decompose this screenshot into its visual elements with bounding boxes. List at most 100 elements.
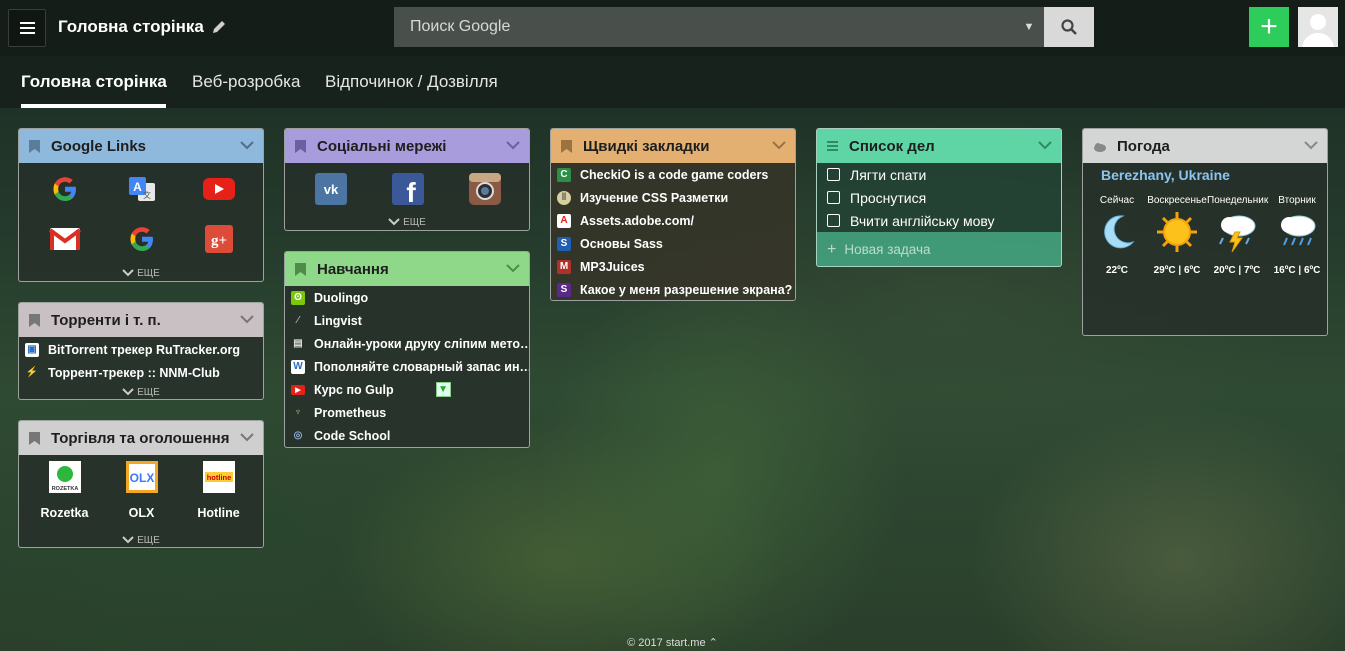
top-bar: Головна сторінка Поиск Google ▼ + — [0, 0, 1345, 56]
link-label: Lingvist — [314, 313, 362, 328]
chevron-down-icon[interactable] — [240, 314, 254, 324]
list-item[interactable]: ʘ Duolingo — [285, 286, 529, 309]
menu-button[interactable] — [8, 9, 46, 47]
copyright-text[interactable]: © 2017 start.me — [627, 637, 705, 649]
facebook-link[interactable]: f — [369, 163, 446, 215]
rozetka-link[interactable]: ROZETKA Rozetka — [26, 461, 103, 520]
pencil-icon[interactable] — [210, 18, 228, 36]
widget-title: Торренти і т. п. — [51, 311, 161, 329]
list-item[interactable]: M MP3Juices — [551, 255, 795, 278]
search-button[interactable] — [1044, 7, 1094, 47]
list-item[interactable]: S Какое у меня разрешение экрана? — [551, 278, 795, 300]
list-item[interactable]: W Пополняйте словарный запас ин… — [285, 355, 529, 378]
cloud-icon — [1094, 142, 1106, 152]
chevron-down-icon[interactable] — [506, 140, 520, 150]
widget-header[interactable]: Погода — [1083, 129, 1327, 163]
youtube-link[interactable] — [180, 163, 257, 215]
search-input[interactable]: Поиск Google ▼ — [394, 7, 1044, 47]
google-plus-icon: g+ — [204, 225, 233, 253]
vk-link[interactable]: vk — [292, 163, 369, 215]
widget-header[interactable]: Торгівля та оголошення — [19, 421, 263, 455]
widget-todo: Список дел Лягти спати Проснутися Вчити … — [816, 128, 1062, 267]
google-link[interactable] — [26, 163, 103, 215]
more-link[interactable]: ЕЩЕ — [285, 217, 529, 228]
widget-header[interactable]: Google Links — [19, 129, 263, 163]
instagram-link[interactable] — [446, 163, 523, 215]
widget-header[interactable]: Соціальні мережі — [285, 129, 529, 163]
weather-location[interactable]: Berezhany, Ukraine — [1083, 163, 1327, 183]
page-title: Головна сторінка — [58, 17, 204, 36]
weather-temp: 20ºC | 7ºC — [1213, 265, 1261, 276]
list-item[interactable]: C CheckiO is a code game coders — [551, 163, 795, 186]
chevron-up-icon[interactable]: ⌃ — [709, 637, 718, 649]
new-task-input[interactable]: + Новая задача — [817, 232, 1061, 266]
more-link[interactable]: ЕЩЕ — [19, 535, 263, 546]
chevron-down-icon[interactable] — [506, 263, 520, 273]
list-item[interactable]: ▤ Онлайн-уроки друку сліпим мето… — [285, 332, 529, 355]
google-translate-link[interactable]: A文 — [103, 163, 180, 215]
chevron-down-icon[interactable] — [1304, 140, 1318, 150]
list-item[interactable]: A Assets.adobe.com/ — [551, 209, 795, 232]
widget-header[interactable]: Навчання — [285, 252, 529, 286]
list-item[interactable]: ‖ Изучение CSS Разметки — [551, 186, 795, 209]
list-item[interactable]: ♆ Prometheus — [285, 401, 529, 424]
rozetka-label: Rozetka — [40, 506, 89, 520]
link-label: Торрент-трекер :: NNM-Club — [48, 365, 220, 380]
google-translate-icon: A文 — [128, 177, 155, 201]
footer: © 2017 start.me ⌃ — [0, 636, 1345, 649]
svg-text:A: A — [133, 180, 142, 194]
plus-icon: + — [1260, 10, 1278, 43]
chevron-down-icon[interactable] — [240, 140, 254, 150]
more-link[interactable]: ЕЩЕ — [19, 268, 263, 279]
user-icon — [1302, 14, 1334, 47]
weather-temp: 29ºC | 6ºC — [1153, 265, 1201, 276]
todo-checkbox[interactable] — [827, 191, 840, 204]
todo-item[interactable]: Лягти спати — [817, 163, 1061, 186]
avatar[interactable] — [1298, 7, 1338, 47]
link-label: Code School — [314, 428, 391, 443]
adobe-icon: A — [557, 213, 571, 228]
todo-item[interactable]: Проснутися — [817, 186, 1061, 209]
widget-header[interactable]: Щвидкі закладки — [551, 129, 795, 163]
todo-label: Проснутися — [850, 189, 927, 206]
list-item[interactable]: ◎ Code School — [285, 424, 529, 447]
widget-header[interactable]: Торренти і т. п. — [19, 303, 263, 337]
search-icon — [1061, 19, 1077, 35]
todo-checkbox[interactable] — [827, 214, 840, 227]
add-button[interactable]: + — [1249, 7, 1289, 47]
weather-day-label: Воскресенье — [1147, 195, 1207, 206]
olx-link[interactable]: OLX OLX — [103, 461, 180, 520]
chevron-down-icon[interactable] — [240, 432, 254, 442]
more-label: ЕЩЕ — [137, 387, 160, 398]
more-link[interactable]: ЕЩЕ — [19, 387, 263, 398]
list-item[interactable]: ▶ Курс по Gulp ▼ — [285, 378, 529, 401]
list-item[interactable]: ▣ BitTorrent трекер RuTracker.org — [19, 338, 263, 361]
list-item[interactable]: ⚡ Торрент-трекер :: NNM-Club — [19, 361, 263, 384]
weather-day-label: Сейчас — [1099, 195, 1135, 206]
todo-item[interactable]: Вчити англійську мову — [817, 209, 1061, 232]
tab-leisure[interactable]: Відпочинок / Дозвілля — [325, 72, 498, 92]
list-icon — [827, 140, 838, 151]
chevron-down-icon[interactable] — [772, 140, 786, 150]
link-label: BitTorrent трекер RuTracker.org — [48, 342, 241, 357]
tab-web-dev[interactable]: Веб-розробка — [192, 72, 300, 92]
google-link-2[interactable] — [103, 213, 180, 265]
hotline-link[interactable]: hotline Hotline — [180, 461, 257, 520]
moon-icon — [1104, 215, 1135, 249]
tab-home[interactable]: Головна сторінка — [21, 72, 167, 92]
bookmark-icon — [29, 431, 40, 445]
todo-checkbox[interactable] — [827, 168, 840, 181]
list-item[interactable]: ⁄ Lingvist — [285, 309, 529, 332]
search-engine-dropdown[interactable]: ▼ — [1014, 21, 1044, 33]
lingvist-icon: ⁄ — [297, 315, 299, 326]
chevron-down-icon[interactable] — [1038, 140, 1052, 150]
weather-day: Сейчас 22ºC — [1087, 195, 1147, 276]
list-item[interactable]: S Основы Sass — [551, 232, 795, 255]
link-label: Какое у меня разрешение экрана? — [580, 282, 793, 297]
google-plus-link[interactable]: g+ — [180, 213, 257, 265]
gmail-icon — [48, 228, 81, 250]
download-icon[interactable]: ▼ — [435, 382, 451, 397]
gmail-link[interactable] — [26, 213, 103, 265]
keyboard-icon: ▤ — [293, 338, 303, 349]
widget-header[interactable]: Список дел — [817, 129, 1061, 163]
